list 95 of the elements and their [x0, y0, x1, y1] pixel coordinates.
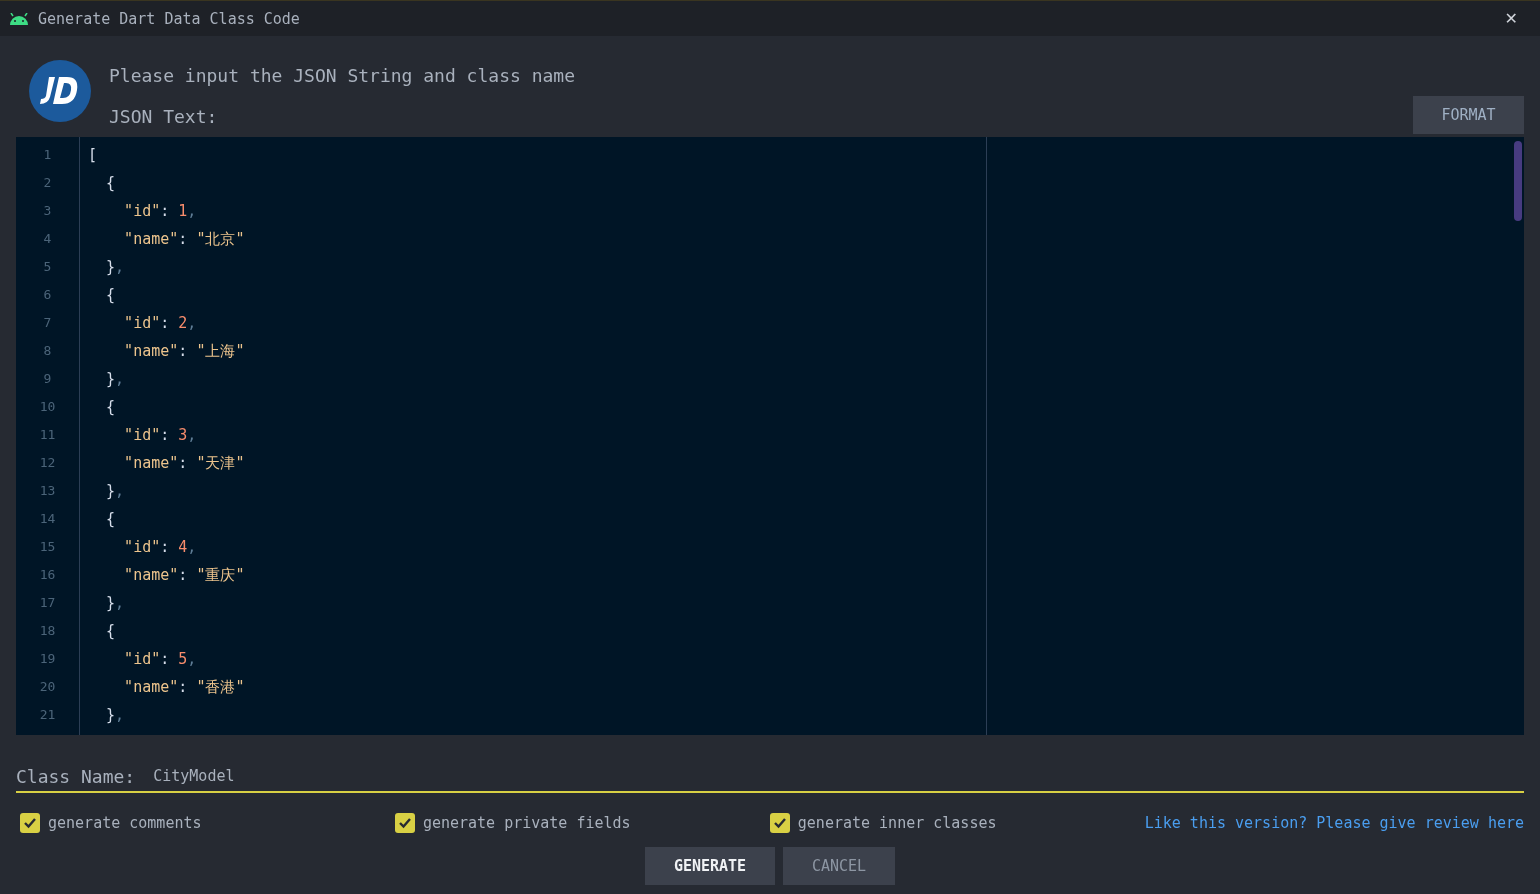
android-icon: [8, 12, 30, 25]
line-number: 16: [39, 566, 56, 584]
line-number: 9: [43, 370, 52, 388]
code-token: 3: [178, 426, 188, 444]
code-token: 2: [178, 314, 188, 332]
line-number: 4: [43, 230, 52, 248]
line-number: 6: [43, 286, 52, 304]
code-token: ,: [187, 426, 197, 444]
window-title: Generate Dart Data Class Code: [38, 9, 301, 28]
code-token: }: [105, 258, 116, 276]
code-token: "id": [123, 426, 161, 444]
line-number: 7: [43, 314, 52, 332]
line-number: 5: [43, 258, 52, 276]
code-token: }: [105, 370, 116, 388]
code-token: {: [105, 286, 116, 304]
option-label: generate inner classes: [797, 814, 997, 832]
code-token: "name": [123, 230, 179, 248]
code-token: 5: [178, 650, 188, 668]
json-text-label: JSON Text:: [109, 106, 219, 127]
code-token: ,: [115, 482, 125, 500]
checkbox[interactable]: [769, 813, 790, 833]
code-token: :: [178, 342, 189, 360]
review-link[interactable]: Like this version? Please give review here: [1144, 814, 1524, 832]
instruction-text: Please input the JSON String and class name: [109, 65, 576, 86]
code-token: 4: [178, 538, 188, 556]
line-number: 17: [39, 594, 56, 612]
code-token: "name": [123, 342, 179, 360]
line-number: 18: [39, 622, 56, 640]
line-number: 2: [43, 174, 52, 192]
line-number: 12: [39, 454, 56, 472]
code-token: :: [160, 650, 171, 668]
code-token: :: [160, 538, 171, 556]
code-token: "上海": [196, 342, 245, 360]
code-token: "天津": [196, 454, 245, 472]
cancel-button[interactable]: CANCEL: [783, 847, 895, 885]
line-number: 10: [39, 398, 56, 416]
code-token: "重庆": [196, 566, 245, 584]
code-token: ,: [115, 370, 125, 388]
code-token: "id": [123, 538, 161, 556]
code-token: }: [105, 594, 116, 612]
json-editor[interactable]: 1 2 3 4 5 6 7 8 9 10 11 12 13 14 15 16 17 18 19 20 21 [ { "id": 1, "name": "北京" }, { "id": 2, "name": "上海" }, { "id": 3, "name": "天津" }, { "id": 4, "name": "重庆" }, { "id": 5, "name": "香港" },: [16, 137, 1524, 735]
code-token: ,: [115, 706, 125, 724]
option-label: generate comments: [48, 814, 202, 832]
code-token: "北京": [196, 230, 245, 248]
checkbox[interactable]: [20, 813, 40, 833]
line-number: 21: [39, 706, 56, 724]
checkmark-icon: [23, 816, 37, 830]
line-number: 8: [43, 342, 52, 360]
logo-icon: [29, 59, 91, 122]
code-token: :: [178, 454, 189, 472]
line-number: 15: [39, 538, 56, 556]
code-token: ,: [115, 594, 125, 612]
code-token: :: [160, 202, 171, 220]
code-token: {: [105, 510, 116, 528]
code-token: :: [178, 678, 189, 696]
code-token: "id": [123, 650, 161, 668]
code-token: "name": [123, 566, 179, 584]
code-token: "id": [123, 314, 161, 332]
checkmark-icon: [772, 816, 787, 830]
code-token: :: [160, 426, 171, 444]
code-token: "香港": [196, 678, 245, 696]
code-token: {: [105, 398, 116, 416]
option-label: generate private fields: [422, 814, 631, 832]
line-number: 19: [39, 650, 56, 668]
code-token: :: [178, 566, 189, 584]
line-number: 14: [39, 510, 56, 528]
code-token: ,: [187, 650, 197, 668]
line-number: 13: [39, 482, 56, 500]
code-token: {: [105, 174, 116, 192]
code-token: "name": [123, 454, 179, 472]
checkbox[interactable]: [394, 813, 415, 833]
scrollbar[interactable]: [1514, 141, 1522, 221]
class-name-field[interactable]: CityModel: [149, 767, 1524, 785]
code-token: :: [160, 314, 171, 332]
format-button[interactable]: FORMAT: [1413, 96, 1524, 134]
line-number: 3: [43, 202, 52, 220]
class-name-label: Class Name:: [16, 765, 136, 787]
code-token: ,: [187, 202, 197, 220]
line-number: 1: [43, 146, 52, 164]
code-token: ,: [187, 314, 197, 332]
code-token: }: [105, 482, 116, 500]
code-token: :: [178, 230, 189, 248]
code-token: ,: [187, 538, 197, 556]
checkmark-icon: [397, 816, 412, 830]
line-number: 20: [39, 678, 56, 696]
close-button[interactable]: ✕: [1490, 9, 1532, 28]
code-token: "id": [123, 202, 161, 220]
code-token: "name": [123, 678, 179, 696]
code-token: {: [105, 622, 116, 640]
code-token: 1: [178, 202, 188, 220]
generate-button[interactable]: GENERATE: [645, 847, 775, 885]
code-token: ,: [115, 258, 125, 276]
code-token: }: [105, 706, 116, 724]
code-token: [: [88, 146, 98, 164]
line-number: 11: [39, 426, 56, 444]
